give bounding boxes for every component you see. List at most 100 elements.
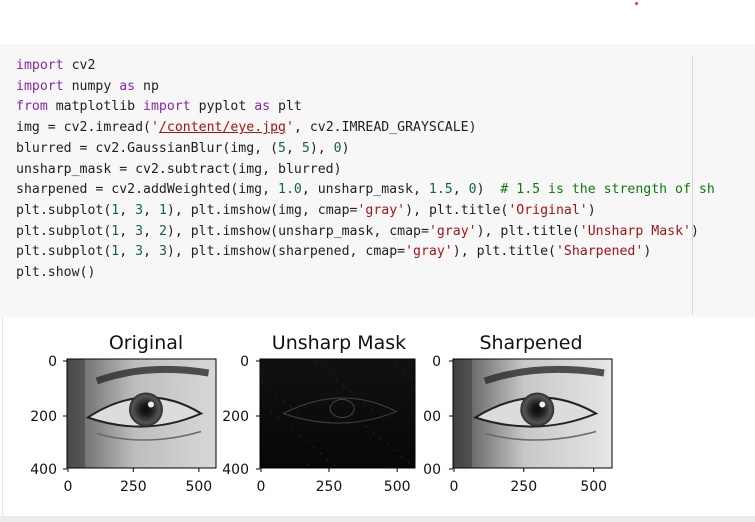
code-token: # 1.5 is the strength of sh: [500, 182, 715, 198]
code-token: 2: [158, 223, 167, 239]
x-tick-label: 500: [185, 479, 212, 495]
code-token: plt.subplot(: [16, 223, 112, 239]
code-token: unsharp_mask = cv2.subtract(img, blurred…: [16, 161, 342, 177]
cell-output: Original 0 200 400 0 250 500 Unsharp Mask 0 200 40…: [0, 317, 755, 516]
code-token: /content/eye.jpg: [158, 120, 286, 136]
code-token: import: [143, 99, 191, 115]
code-line[interactable]: from matplotlib import pyplot as plt: [16, 97, 715, 118]
y-tick-label: 00: [423, 462, 441, 478]
code-token: 1: [158, 202, 167, 218]
code-token: np: [135, 78, 159, 94]
x-tick-label: 0: [64, 479, 73, 495]
subplot-title: Original: [109, 332, 183, 354]
code-token: ': [150, 120, 159, 136]
code-line[interactable]: import numpy as np: [16, 77, 715, 98]
y-tick-label: 200: [222, 409, 249, 425]
code-token: ), plt.imshow(img, cmap=: [166, 202, 358, 218]
code-token: ,: [452, 182, 469, 198]
code-token: 3: [158, 244, 167, 260]
code-token: 3: [135, 202, 144, 218]
code-token: 'gray': [428, 223, 477, 239]
y-tick-label: 400: [222, 462, 249, 478]
code-token: , unsharp_mask,: [301, 182, 429, 198]
code-token: plt: [270, 99, 302, 115]
subplot-3: Sharpened000000 250 500: [423, 332, 613, 495]
code-token: ,: [143, 244, 159, 260]
y-tick-label: 00: [423, 409, 441, 425]
code-token: 0: [333, 140, 342, 156]
output-gutter: [2, 317, 3, 516]
code-token: from: [16, 99, 48, 115]
code-token: 'Sharpened': [555, 244, 644, 260]
code-line[interactable]: img = cv2.imread('/content/eye.jpg', cv2…: [16, 118, 715, 139]
code-token: as: [119, 78, 136, 94]
code-token: ): [643, 244, 652, 260]
code-token: 'gray': [405, 244, 453, 260]
code-token: 'Unsharp Mask': [579, 223, 691, 239]
code-token: 'gray': [357, 202, 406, 218]
x-tick-label: 0: [257, 479, 266, 495]
code-token: ), plt.title(: [476, 223, 580, 239]
code-token: ),: [309, 140, 334, 156]
subplot-title: Sharpened: [479, 332, 582, 354]
matplotlib-figure: Original 0 200 400 0 250 500 Unsharp Mask 0 200 40…: [30, 332, 613, 495]
x-tick-label: 250: [120, 479, 147, 495]
code-line[interactable]: plt.subplot(1, 3, 3), plt.imshow(sharpen…: [16, 242, 715, 263]
code-token: numpy: [63, 78, 120, 94]
code-token: ), plt.imshow(sharpened, cmap=: [166, 244, 406, 260]
code-token: ,: [143, 223, 159, 239]
code-token: 5: [301, 140, 310, 156]
x-tick-label: 500: [384, 479, 411, 495]
line-length-ruler: [692, 56, 693, 315]
code-line[interactable]: import cv2: [16, 56, 715, 77]
y-tick-label: 400: [30, 462, 57, 478]
code-token: ,: [119, 202, 136, 218]
code-line[interactable]: plt.show(): [16, 263, 715, 284]
code-line[interactable]: plt.subplot(1, 3, 2), plt.imshow(unsharp…: [16, 222, 715, 243]
code-token: as: [254, 99, 271, 115]
code-line[interactable]: blurred = cv2.GaussianBlur(img, (5, 5), …: [16, 139, 715, 160]
x-tick-label: 250: [316, 479, 343, 495]
code-token: matplotlib: [47, 99, 144, 115]
code-token: ,: [119, 223, 136, 239]
code-token: ,: [285, 140, 302, 156]
code-line[interactable]: plt.subplot(1, 3, 1), plt.imshow(img, cm…: [16, 201, 715, 222]
code-token: 3: [135, 244, 144, 260]
code-line[interactable]: unsharp_mask = cv2.subtract(img, blurred…: [16, 160, 715, 181]
code-token: img = cv2.imread(: [16, 120, 151, 136]
code-token: ': [285, 120, 294, 136]
eye-image: [67, 359, 216, 468]
code-token: cv2: [63, 58, 96, 73]
code-token: plt.subplot(: [16, 202, 112, 218]
code-token: ): [341, 140, 350, 156]
code-token: pyplot: [190, 99, 255, 115]
code-editor[interactable]: import cv2 import numpy as np from matplot…: [16, 56, 715, 284]
code-cell[interactable]: import cv2 import numpy as np from matplot…: [0, 44, 755, 317]
eye-image: [453, 359, 612, 468]
code-token: ,: [143, 202, 159, 218]
subplot-title: Unsharp Mask: [272, 332, 406, 354]
code-token: 5: [278, 140, 286, 156]
code-token: import: [16, 58, 64, 73]
code-token: import: [16, 78, 64, 94]
code-token: sharpened = cv2.addWeighted(img,: [16, 182, 279, 198]
code-token: 0: [468, 182, 477, 198]
horizontal-scrollbar[interactable]: [0, 516, 755, 522]
x-tick-label: 500: [580, 479, 607, 495]
notebook-top-area: [0, 0, 755, 44]
code-token: blurred = cv2.GaussianBlur(img, (: [16, 140, 279, 156]
status-dot: [635, 2, 638, 5]
subplot-1: Original 0 200 400 0 250 500: [30, 332, 217, 495]
code-token: ,: [119, 244, 136, 260]
code-token: 'Original': [508, 202, 588, 218]
code-token: ), plt.title(: [452, 244, 556, 260]
code-token: plt.subplot(: [16, 244, 112, 260]
code-token: 1.5: [428, 182, 453, 198]
code-line[interactable]: sharpened = cv2.addWeighted(img, 1.0, un…: [16, 180, 715, 201]
subplot-2: Unsharp Mask 0 200 400 0 250 500: [222, 332, 416, 495]
y-tick-label: 0: [240, 354, 249, 370]
y-tick-label: 0: [432, 354, 441, 370]
code-token: ), plt.title(: [405, 202, 509, 218]
code-token: 3: [135, 223, 144, 239]
x-tick-label: 250: [510, 479, 537, 495]
